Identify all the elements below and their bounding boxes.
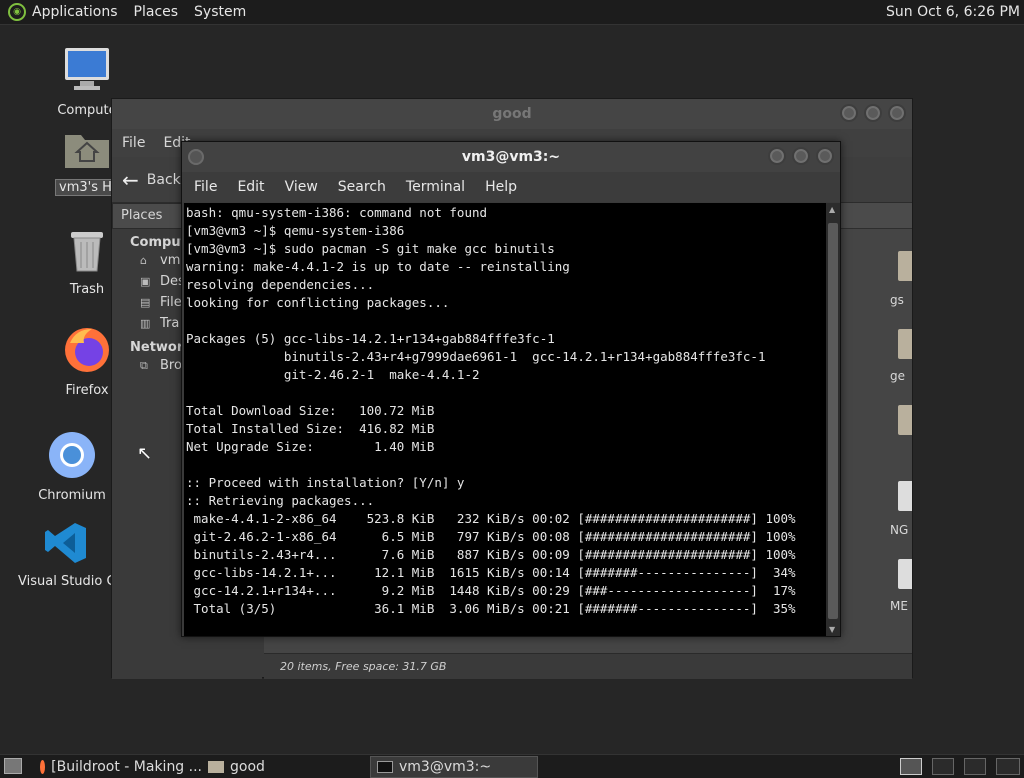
terminal-icon [377, 761, 393, 773]
vscode-icon [18, 520, 114, 570]
terminal-line: [vm3@vm3 ~]$ sudo pacman -S git make gcc… [186, 241, 555, 256]
menu-help[interactable]: Help [485, 179, 517, 195]
workspace-4[interactable] [996, 758, 1020, 775]
terminal-menubar: File Edit View Search Terminal Help [182, 172, 840, 202]
close-button[interactable] [888, 104, 906, 122]
terminal-line: Total Download Size: 100.72 MiB [186, 403, 435, 418]
trash-icon: ▥ [140, 316, 151, 330]
window-menu-button[interactable] [188, 149, 204, 165]
minimize-button[interactable] [768, 147, 786, 165]
desktop-icon-vscode[interactable]: Visual Studio Co [18, 520, 114, 589]
desktop-icon-label: Chromium [38, 488, 106, 503]
menu-search[interactable]: Search [338, 179, 386, 195]
terminal-line: binutils-2.43+r4+g7999dae6961-1 gcc-14.2… [283, 349, 766, 364]
file-label: ge [890, 369, 905, 383]
desktop-icon-chromium[interactable]: Chromium [27, 430, 117, 503]
clock[interactable]: Sun Oct 6, 6:26 PM [886, 4, 1020, 20]
file-manager-titlebar[interactable]: good [112, 99, 912, 129]
terminal-line: binutils-2.43+r4... 7.6 MiB 887 KiB/s 00… [193, 547, 796, 562]
terminal-line: :: Proceed with installation? [Y/n] y [186, 475, 465, 490]
terminal-line: bash: qmu-system-i386: command not found [186, 205, 488, 220]
terminal-window[interactable]: vm3@vm3:~ File Edit View Search Terminal… [181, 141, 841, 637]
chromium-icon [27, 430, 117, 484]
network-icon: ⧉ [140, 358, 148, 372]
folder-icon[interactable] [898, 251, 912, 281]
scroll-up-icon[interactable]: ▲ [829, 205, 835, 214]
terminal-line: gcc-14.2.1+r134+... 9.2 MiB 1448 KiB/s 0… [193, 583, 796, 598]
folder-icon[interactable] [898, 329, 912, 359]
menu-edit[interactable]: Edit [237, 179, 264, 195]
top-panel: ◉ Applications Places System Sun Oct 6, … [0, 0, 1024, 25]
bottom-panel: [Buildroot - Making ... good vm3@vm3:~ [0, 754, 1024, 778]
terminal-titlebar[interactable]: vm3@vm3:~ [182, 142, 840, 172]
home-icon: ⌂ [140, 253, 147, 267]
applications-menu[interactable]: Applications [32, 4, 118, 20]
system-menu[interactable]: System [194, 4, 246, 20]
mouse-pointer-icon: ↖ [137, 443, 153, 464]
status-bar: 20 items, Free space: 31.7 GB [264, 653, 912, 679]
firefox-icon [40, 760, 46, 774]
places-menu[interactable]: Places [134, 4, 179, 20]
folder-icon [208, 761, 224, 773]
desktop-icon-label: vm3's Hor [55, 179, 119, 196]
task-label: good [230, 759, 265, 775]
terminal-line: make-4.4.1-2-x86_64 523.8 KiB 232 KiB/s … [193, 511, 796, 526]
terminal-scrollbar[interactable]: ▲ ▼ [826, 203, 840, 636]
task-label: vm3@vm3:~ [399, 759, 492, 775]
task-label: [Buildroot - Making ... [51, 759, 202, 775]
scrollbar-thumb[interactable] [828, 223, 838, 619]
folder-icon: ▣ [140, 274, 151, 288]
maximize-button[interactable] [864, 104, 882, 122]
terminal-text[interactable]: bash: qmu-system-i386: command not found… [184, 203, 826, 618]
file-label: ME [890, 599, 908, 613]
task-good[interactable]: good [202, 756, 368, 778]
terminal-line: resolving dependencies... [186, 277, 375, 292]
window-title: vm3@vm3:~ [461, 149, 561, 165]
computer-icon [42, 45, 132, 99]
task-buildroot[interactable]: [Buildroot - Making ... [34, 756, 202, 778]
workspace-1[interactable] [900, 758, 922, 775]
terminal-line: :: Retrieving packages... [186, 493, 375, 508]
file-label: gs [890, 293, 904, 307]
back-arrow-icon[interactable]: ← [122, 168, 139, 192]
maximize-button[interactable] [792, 147, 810, 165]
terminal-line: Total Installed Size: 416.82 MiB [186, 421, 435, 436]
workspace-3[interactable] [964, 758, 986, 775]
terminal-line: [vm3@vm3 ~]$ qemu-system-i386 [186, 223, 405, 238]
window-title: good [492, 106, 532, 122]
terminal-output[interactable]: bash: qmu-system-i386: command not found… [184, 203, 826, 636]
drive-icon: ▤ [140, 295, 151, 309]
terminal-line: looking for conflicting packages... [186, 295, 450, 310]
show-desktop-icon[interactable] [4, 758, 22, 774]
menu-view[interactable]: View [285, 179, 318, 195]
terminal-line: gcc-libs-14.2.1+... 12.1 MiB 1615 KiB/s … [193, 565, 796, 580]
file-icon[interactable] [898, 481, 912, 511]
terminal-line: git-2.46.2-1-x86_64 6.5 MiB 797 KiB/s 00… [193, 529, 796, 544]
back-button[interactable]: Back [147, 172, 181, 188]
desktop-icon-label: Visual Studio Co [18, 574, 114, 589]
scroll-down-icon[interactable]: ▼ [829, 625, 835, 634]
distro-logo-icon[interactable]: ◉ [8, 3, 26, 21]
terminal-line: git-2.46.2-1 make-4.4.1-2 [283, 367, 480, 382]
folder-icon[interactable] [898, 405, 912, 435]
file-icon[interactable] [898, 559, 912, 589]
menu-file[interactable]: File [122, 135, 145, 151]
terminal-line: Net Upgrade Size: 1.40 MiB [186, 439, 435, 454]
workspace-2[interactable] [932, 758, 954, 775]
task-terminal[interactable]: vm3@vm3:~ [370, 756, 538, 778]
minimize-button[interactable] [840, 104, 858, 122]
terminal-line: Packages (5) gcc-libs-14.2.1+r134+gab884… [186, 331, 555, 346]
menu-file[interactable]: File [194, 179, 217, 195]
terminal-line: Total (3/5) 36.1 MiB 3.06 MiB/s 00:21 [#… [193, 601, 796, 616]
terminal-line: warning: make-4.4.1-2 is up to date -- r… [186, 259, 570, 274]
menu-terminal[interactable]: Terminal [406, 179, 465, 195]
file-label: NG [890, 523, 909, 537]
close-button[interactable] [816, 147, 834, 165]
